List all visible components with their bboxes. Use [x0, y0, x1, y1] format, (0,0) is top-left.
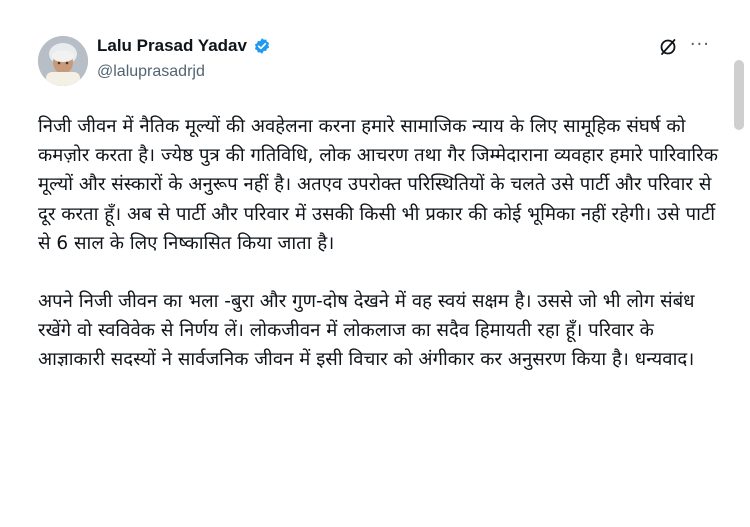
author-display-name[interactable]: Lalu Prasad Yadav — [97, 36, 247, 56]
tweet-paragraph: निजी जीवन में नैतिक मूल्यों की अवहेलना क… — [38, 116, 718, 254]
more-options-icon[interactable]: ··· — [690, 36, 710, 54]
grok-icon[interactable] — [658, 37, 678, 57]
tweet-actions-top: ··· — [658, 36, 710, 57]
author-handle[interactable]: @laluprasadrjd — [97, 63, 205, 81]
scrollbar-thumb[interactable] — [734, 60, 744, 130]
tweet-text: निजी जीवन में नैतिक मूल्यों की अवहेलना क… — [38, 112, 718, 375]
avatar[interactable] — [38, 36, 88, 86]
author-name-row: Lalu Prasad Yadav — [97, 36, 271, 56]
verified-badge-icon[interactable] — [253, 37, 271, 55]
tweet-paragraph: अपने निजी जीवन का भला -बुरा और गुण-दोष द… — [38, 291, 695, 371]
profile-photo — [38, 36, 88, 86]
